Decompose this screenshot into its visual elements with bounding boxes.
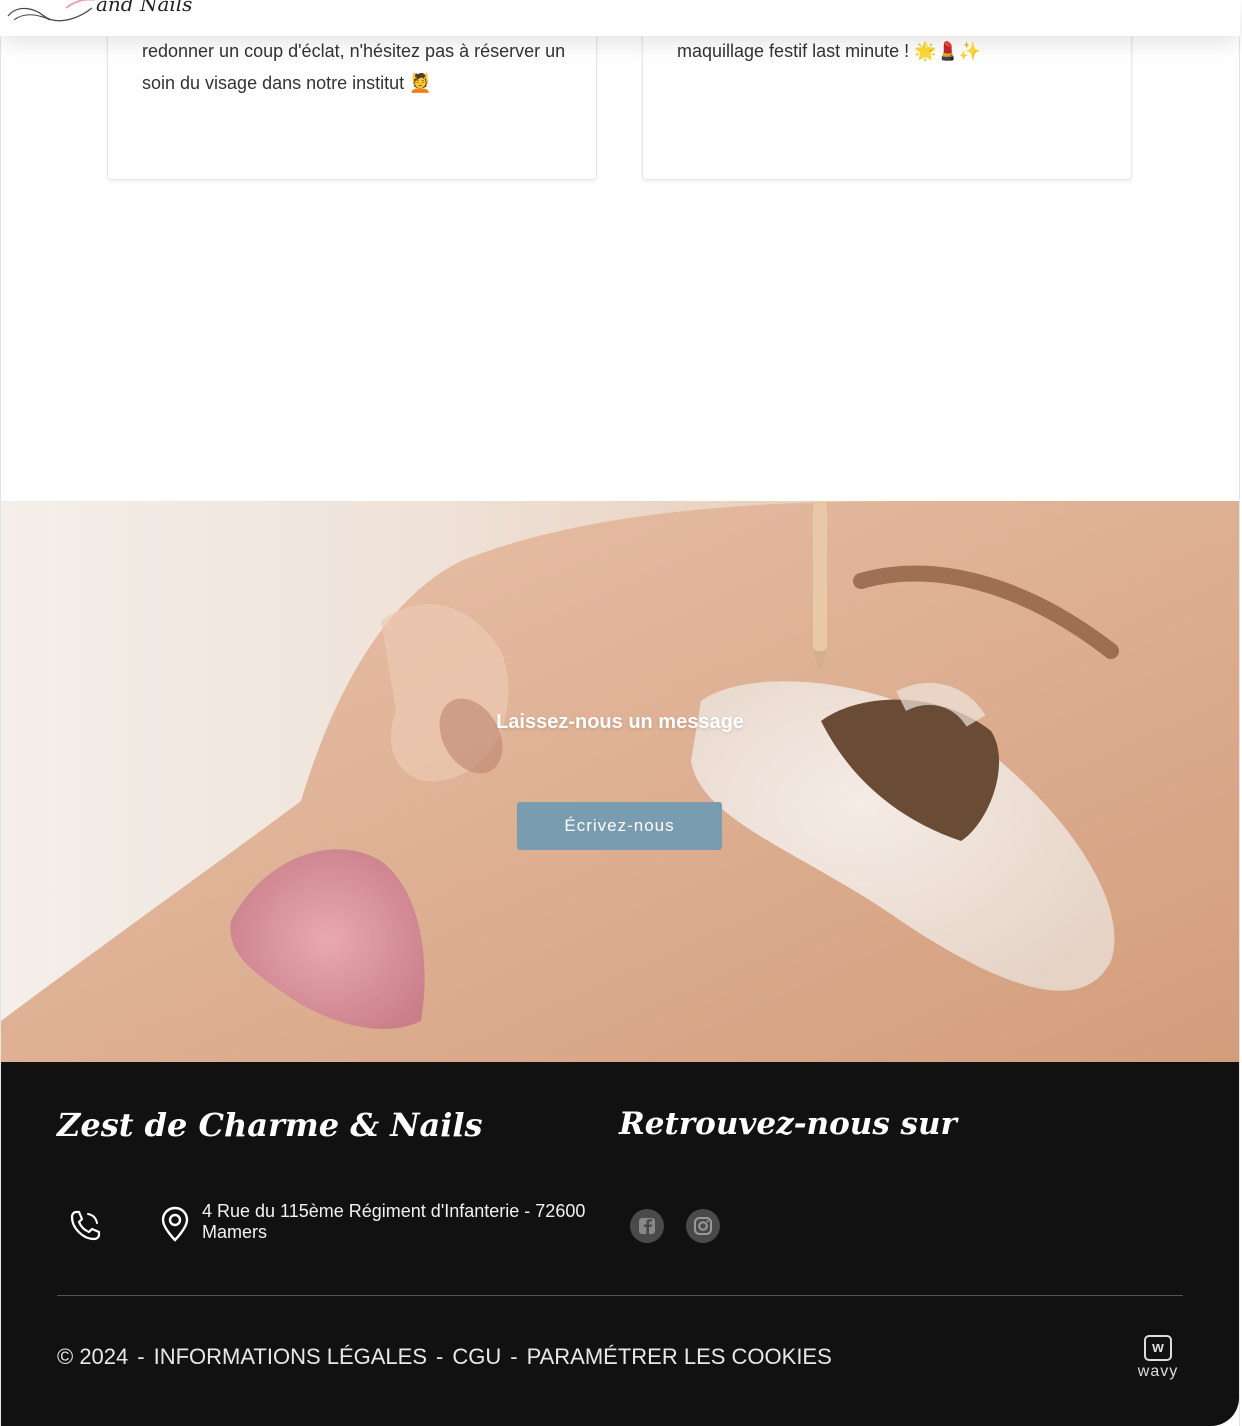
wavy-label: wavy [1137,1363,1179,1380]
cgu-link[interactable]: CGU [452,1344,501,1370]
cookie-settings-link[interactable]: PARAMÉTRER LES COOKIES [527,1344,832,1370]
footer-social-title: Retrouvez-nous sur [619,1106,957,1142]
copyright: © 2024 [57,1344,129,1369]
separator: - [510,1344,518,1369]
location-pin-icon [161,1206,189,1242]
phone-icon[interactable] [67,1208,103,1244]
instagram-link[interactable] [686,1209,720,1243]
hero-background-image [1,501,1239,1062]
instagram-icon [694,1217,712,1235]
footer-divider [57,1295,1183,1296]
facebook-link[interactable] [630,1209,664,1243]
wavy-badge[interactable]: w wavy [1133,1335,1183,1385]
logo-icon[interactable] [4,0,94,26]
legal-info-link[interactable]: INFORMATIONS LÉGALES [154,1344,427,1370]
site-header: and Nails [0,0,1240,36]
hero-title: Laissez-nous un message [496,711,744,733]
logo-text[interactable]: and Nails [96,0,192,16]
separator: - [436,1344,444,1369]
post-card-text: maquillage festif last minute ! 🌟💄✨ [677,41,982,61]
legal-bar: © 2024 - INFORMATIONS LÉGALES - CGU - PA… [57,1344,832,1370]
post-card-text: redonner un coup d'éclat, n'hésitez pas … [142,41,566,93]
address-text: 4 Rue du 115ème Régiment d'Infanterie - … [202,1201,586,1242]
site-footer: Zest de Charme & Nails Retrouvez-nous su… [1,1062,1239,1426]
separator: - [137,1344,145,1369]
footer-brand: Zest de Charme & Nails [57,1106,483,1144]
facebook-icon [639,1218,655,1234]
contact-hero: Laissez-nous un message Écrivez-nous [1,501,1239,1062]
write-us-button[interactable]: Écrivez-nous [517,802,722,850]
wavy-logo-icon: w [1144,1335,1172,1361]
